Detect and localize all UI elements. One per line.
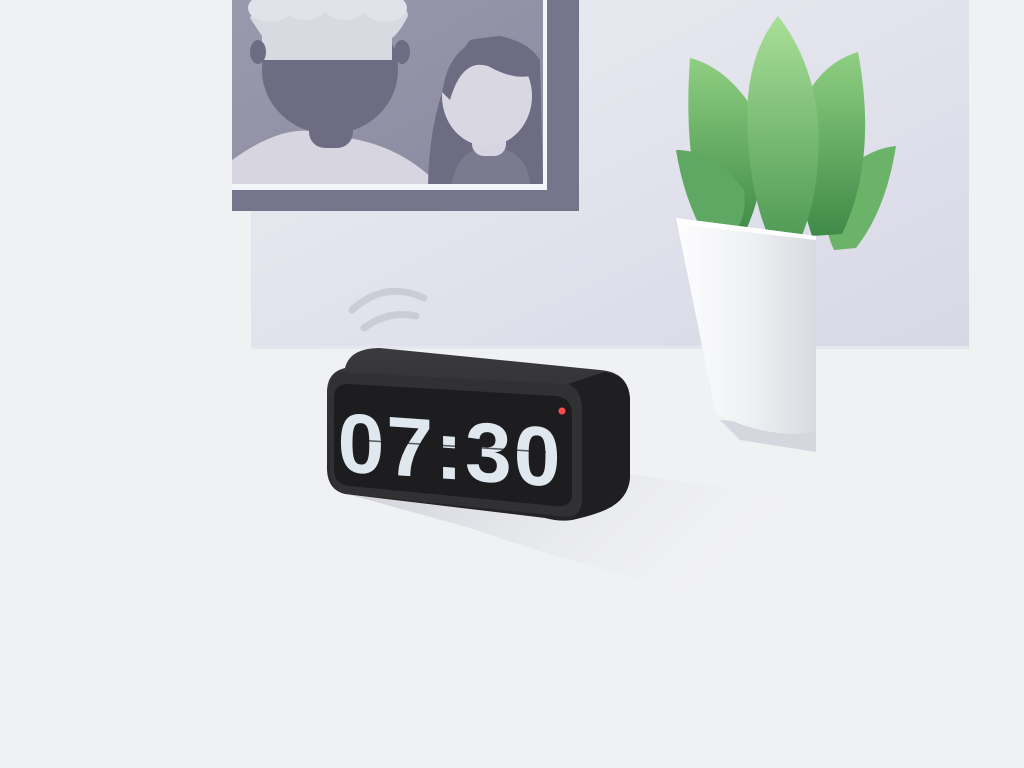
bedside-scene: 07:30 [0, 0, 1024, 768]
clock-time-display: 07:30 [338, 395, 563, 505]
panel-floor-edge [251, 346, 969, 349]
picture-frame [232, 0, 579, 211]
scene-illustration: 07:30 [232, 0, 969, 612]
alarm-clock: 07:30 [327, 348, 630, 521]
